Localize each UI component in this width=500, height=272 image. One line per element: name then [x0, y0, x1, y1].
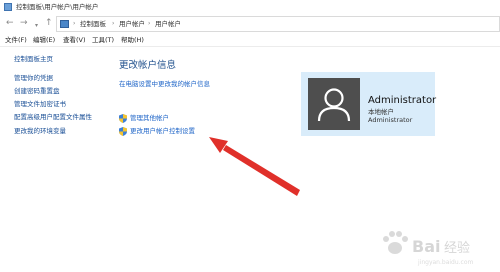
address-bar[interactable]: › 控制面板 › 用户帐户 › 用户帐户	[56, 16, 500, 32]
breadcrumb-control-panel[interactable]: 控制面板	[80, 19, 106, 29]
menu-tools[interactable]: 工具(T)	[92, 35, 114, 46]
menu-file[interactable]: 文件(F)	[5, 35, 27, 46]
menu-edit[interactable]: 编辑(E)	[33, 35, 55, 46]
breadcrumb-separator-icon: ›	[73, 20, 76, 27]
change-in-pc-settings-link[interactable]: 在电脑设置中更改我的帐户信息	[119, 80, 210, 89]
window-title: 控制面板\用户帐户\用户帐户	[16, 3, 99, 11]
breadcrumb-separator-icon: ›	[112, 20, 115, 27]
account-group: Administrator	[368, 116, 413, 124]
uac-shield-icon	[119, 114, 127, 123]
account-type: 本地帐户	[368, 108, 394, 116]
menu-view[interactable]: 查看(V)	[63, 35, 86, 46]
control-panel-icon	[60, 20, 69, 28]
chevron-down-icon[interactable]: ▾	[35, 20, 38, 31]
svg-text:经验: 经验	[444, 240, 470, 256]
manage-other-accounts-link[interactable]: 管理其他帐户	[130, 114, 169, 123]
title-bar: 控制面板\用户帐户\用户帐户	[0, 0, 500, 14]
control-panel-icon	[4, 3, 12, 11]
forward-arrow-icon[interactable]: →	[20, 18, 28, 29]
sidebar-item-file-encryption-certificates[interactable]: 管理文件加密证书	[14, 100, 66, 109]
user-account-card: Administrator 本地帐户 Administrator	[301, 72, 437, 136]
breadcrumb-user-accounts-current[interactable]: 用户帐户	[155, 19, 181, 29]
svg-text:Bai: Bai	[412, 237, 440, 256]
back-arrow-icon[interactable]: ←	[6, 18, 14, 29]
svg-text:jingyan.baidu.com: jingyan.baidu.com	[417, 259, 474, 266]
sidebar-item-advanced-profile-properties[interactable]: 配置高级用户配置文件属性	[14, 113, 92, 122]
avatar	[308, 78, 360, 130]
sidebar-item-control-panel-home[interactable]: 控制面板主页	[14, 55, 53, 64]
breadcrumb-user-accounts[interactable]: 用户帐户	[119, 19, 145, 29]
sidebar-item-password-reset-disk[interactable]: 创建密码重置盘	[14, 87, 60, 96]
change-uac-settings-link[interactable]: 更改用户帐户控制设置	[130, 127, 195, 136]
user-name: Administrator	[368, 95, 437, 106]
page-title: 更改帐户信息	[119, 60, 177, 71]
sidebar-item-environment-variables[interactable]: 更改我的环境变量	[14, 127, 66, 136]
baidu-jingyan-watermark-logo: Bai 经验 jingyan.baidu.com	[383, 231, 474, 266]
uac-shield-icon	[119, 127, 127, 136]
menu-bar: 文件(F) 编辑(E) 查看(V) 工具(T) 帮助(H)	[0, 34, 500, 47]
sidebar-item-manage-credentials[interactable]: 管理你的凭据	[14, 74, 53, 83]
navigation-bar: ← → ▾ ↑ › 控制面板 › 用户帐户 › 用户帐户	[0, 14, 500, 34]
user-silhouette-icon	[317, 88, 351, 122]
breadcrumb-separator-icon: ›	[148, 20, 151, 27]
menu-help[interactable]: 帮助(H)	[121, 35, 144, 46]
up-arrow-icon[interactable]: ↑	[45, 18, 53, 29]
